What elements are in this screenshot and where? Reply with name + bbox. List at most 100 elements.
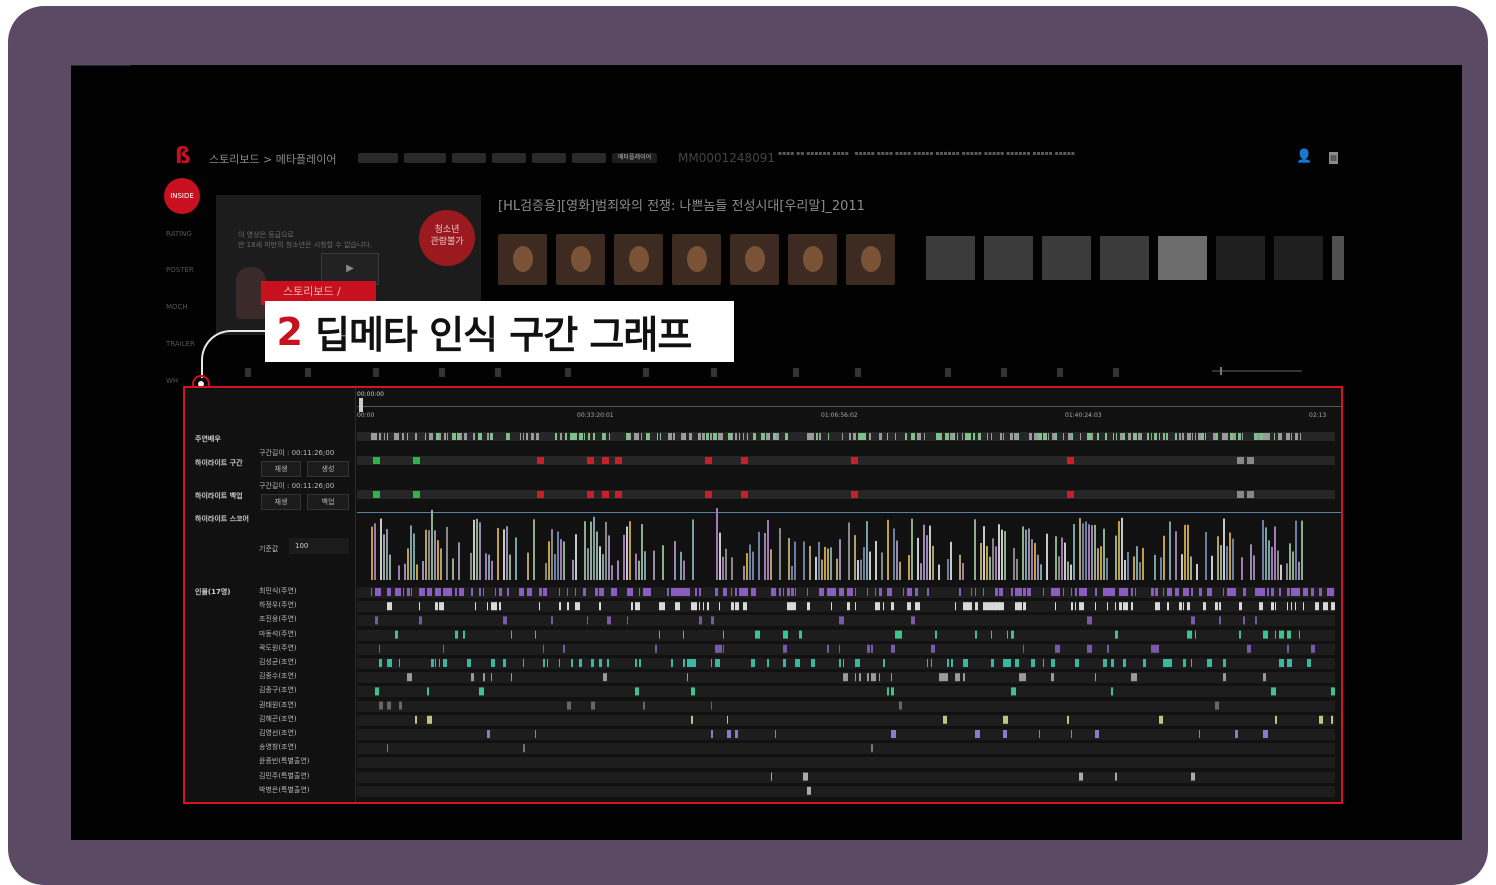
cast-appearance-mark [427, 715, 432, 724]
cast-appearance-mark [1087, 616, 1092, 625]
cast-appearance-mark [499, 602, 501, 611]
main-actor-mark [649, 433, 650, 440]
filter-checkbox[interactable] [495, 368, 559, 377]
score-bar [1274, 526, 1276, 580]
user-icon[interactable]: 👤 [1296, 149, 1312, 164]
play-button[interactable]: 재생 [261, 494, 301, 510]
cast-appearance-mark [447, 588, 452, 596]
score-bar [719, 532, 721, 580]
cast-face[interactable] [672, 234, 721, 285]
sidebar-item-wh[interactable]: WH [166, 377, 178, 385]
filter-checkbox[interactable] [711, 368, 787, 377]
cast-appearance-mark [1107, 602, 1108, 611]
cast-appearance-mark [1111, 687, 1113, 696]
cast-appearance-mark [791, 602, 796, 611]
cast-appearance-mark [983, 588, 984, 596]
score-bar [1142, 548, 1144, 580]
cast-appearance-mark [699, 616, 702, 625]
cast-face[interactable] [730, 234, 779, 285]
score-bar [446, 526, 448, 580]
score-bar [425, 529, 427, 580]
backup-button[interactable]: 백업 [307, 494, 349, 510]
main-actor-mark [641, 433, 642, 440]
cast-appearance-mark [1291, 602, 1292, 611]
score-bar [860, 559, 862, 580]
scene-thumbnail[interactable] [1274, 236, 1323, 280]
score-bar [857, 560, 859, 580]
filter-checkbox[interactable] [855, 368, 939, 377]
cast-face[interactable] [846, 234, 895, 285]
score-bar [863, 547, 865, 580]
score-bar [503, 529, 505, 580]
score-bar [1271, 546, 1273, 580]
scene-thumbnail[interactable] [1332, 236, 1344, 280]
filter-checkbox[interactable] [945, 368, 995, 377]
cast-face[interactable] [614, 234, 663, 285]
score-bar [602, 554, 604, 580]
cast-appearance-mark [535, 630, 536, 639]
cast-appearance-mark [603, 588, 604, 596]
play-button[interactable]: 재생 [261, 461, 301, 477]
cast-appearance-mark [859, 673, 861, 682]
main-actor-mark [1286, 433, 1290, 440]
top-nav-tab[interactable] [532, 153, 566, 163]
scene-thumbnail[interactable] [926, 236, 975, 280]
scene-thumbnail[interactable] [1158, 236, 1207, 280]
top-nav-tab-active[interactable]: 메타플레이어 [612, 153, 658, 163]
filter-checkbox[interactable] [565, 368, 637, 377]
cast-appearance-mark [1183, 588, 1187, 596]
cast-face[interactable] [556, 234, 605, 285]
sidebar-item-trailer[interactable]: TRAILER [166, 340, 195, 348]
cast-appearance-mark [1123, 588, 1128, 596]
main-actor-mark [936, 433, 939, 440]
filter-checkbox[interactable] [793, 368, 849, 377]
score-bar [725, 548, 727, 580]
score-bar [1250, 544, 1252, 580]
cast-appearance-mark [723, 630, 724, 639]
sidebar-item-inside[interactable]: INSIDE [164, 178, 200, 214]
top-nav-tab[interactable] [572, 153, 606, 163]
highlight-backup-mark [537, 491, 544, 498]
reference-input[interactable]: 100 [289, 538, 349, 554]
main-actor-mark [747, 433, 748, 440]
score-bar [746, 553, 748, 580]
filter-checkbox[interactable] [1113, 368, 1167, 377]
highlight-section-mark [537, 457, 544, 464]
filter-checkbox[interactable] [1057, 368, 1107, 377]
filter-checkbox[interactable] [643, 368, 705, 377]
top-nav-tab[interactable] [492, 153, 526, 163]
zoom-slider[interactable] [1212, 367, 1302, 375]
sidebar-item-poster[interactable]: POSTER [166, 266, 194, 274]
top-nav-tab[interactable] [358, 153, 398, 163]
cast-face[interactable] [498, 234, 547, 285]
score-bar [386, 529, 388, 580]
sidebar-item-rating[interactable]: RATING [166, 230, 192, 238]
filter-checkbox[interactable] [305, 368, 367, 377]
scene-thumbnail[interactable] [1042, 236, 1091, 280]
create-button[interactable]: 생성 [307, 461, 349, 477]
score-bar [803, 541, 805, 580]
score-bar [479, 522, 481, 580]
cast-appearance-mark [543, 644, 544, 653]
cast-appearance-mark [1271, 602, 1274, 611]
score-bar [1187, 524, 1189, 580]
score-bar [608, 535, 610, 580]
document-icon[interactable]: ▤ [1329, 152, 1338, 164]
top-nav-tab[interactable] [452, 153, 486, 163]
sidebar-item-moch[interactable]: MOCH [166, 303, 188, 311]
filter-checkbox[interactable] [1001, 368, 1051, 377]
score-bar [794, 541, 796, 580]
row-label-persons: 인물(17명) [195, 588, 231, 596]
cast-appearance-mark [1115, 630, 1118, 639]
scene-thumbnail[interactable] [1216, 236, 1265, 280]
cast-appearance-mark [915, 588, 918, 596]
cast-appearance-mark [947, 659, 949, 667]
scene-thumbnail[interactable] [984, 236, 1033, 280]
scene-thumbnail[interactable] [1100, 236, 1149, 280]
app-logo[interactable]: ß [175, 145, 193, 169]
cast-face[interactable] [788, 234, 837, 285]
top-nav-tab[interactable] [404, 153, 446, 163]
cast-appearance-mark [683, 630, 684, 639]
filter-checkbox[interactable] [373, 368, 433, 377]
filter-checkbox[interactable] [439, 368, 489, 377]
